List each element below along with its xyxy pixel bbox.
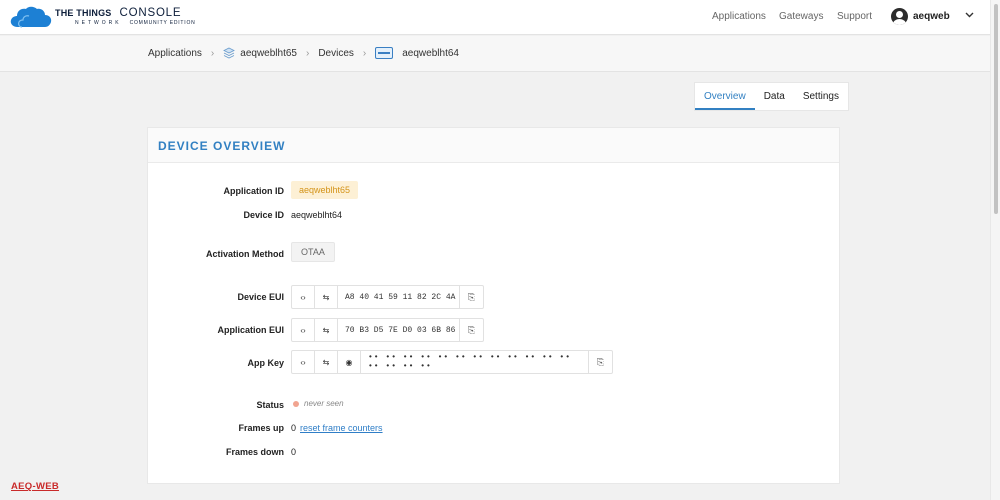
frames-up-label: Frames up <box>238 423 284 433</box>
breadcrumb-device[interactable]: aeqweblht64 <box>402 48 459 59</box>
frames-down-label: Frames down <box>225 447 284 457</box>
watermark: AEQ-WEB <box>11 481 60 492</box>
breadcrumb-bar: Applications › aeqweblht65 › Devices › a… <box>0 36 990 72</box>
brand-name: THE THINGS <box>55 8 112 19</box>
activation-method-badge: OTAA <box>291 242 335 262</box>
breadcrumb-separator-icon: › <box>305 47 310 59</box>
device-tabs: Overview Data Settings <box>694 82 849 111</box>
scrollbar-thumb[interactable] <box>994 4 998 214</box>
card-header: DEVICE OVERVIEW <box>148 128 839 163</box>
byte-order-icon[interactable]: ⇆ <box>315 319 338 341</box>
app-key-value[interactable]: •• •• •• •• •• •• •• •• •• •• •• •• •• •… <box>361 351 589 373</box>
device-overview-card: DEVICE OVERVIEW Application ID aeqweblht… <box>147 127 840 484</box>
copy-icon[interactable]: ⎘ <box>460 319 483 341</box>
activation-method-label: Activation Method <box>206 249 284 259</box>
layers-icon <box>223 47 236 59</box>
username: aeqweb <box>913 11 950 22</box>
breadcrumb-separator-icon: › <box>362 47 367 59</box>
nav-applications[interactable]: Applications <box>712 11 766 22</box>
breadcrumb-devices[interactable]: Devices <box>318 48 354 59</box>
status-value: never seen <box>304 399 344 408</box>
copy-icon[interactable]: ⎘ <box>460 286 483 308</box>
toggle-format-icon[interactable]: ‹› <box>292 286 315 308</box>
status-label: Status <box>256 400 284 410</box>
device-eui-label: Device EUI <box>237 292 284 302</box>
application-eui-label: Application EUI <box>217 325 284 335</box>
brand-console: CONSOLE <box>119 7 182 20</box>
device-eui-value[interactable]: A8 40 41 59 11 82 2C 4A <box>338 286 460 308</box>
tab-overview[interactable]: Overview <box>695 83 755 110</box>
app-key-label: App Key <box>247 358 284 368</box>
breadcrumb-applications[interactable]: Applications <box>148 48 202 59</box>
device-id-value: aeqweblht64 <box>291 210 343 220</box>
app-key-field: ‹› ⇆ ◉ •• •• •• •• •• •• •• •• •• •• •• … <box>291 350 613 374</box>
tab-data[interactable]: Data <box>755 83 794 110</box>
toggle-format-icon[interactable]: ‹› <box>292 351 315 373</box>
eye-icon[interactable]: ◉ <box>338 351 361 373</box>
application-id-label: Application ID <box>223 186 285 196</box>
chevron-down-icon[interactable] <box>965 12 974 18</box>
breadcrumb-separator-icon: › <box>210 47 215 59</box>
cloud-logo-icon <box>10 6 52 28</box>
byte-order-icon[interactable]: ⇆ <box>315 286 338 308</box>
device-id-label: Device ID <box>243 210 284 220</box>
device-icon <box>375 47 394 59</box>
top-navbar: THE THINGS CONSOLE NETWORK COMMUNITY EDI… <box>0 0 990 35</box>
device-eui-field: ‹› ⇆ A8 40 41 59 11 82 2C 4A ⎘ <box>291 285 484 309</box>
application-eui-value[interactable]: 70 B3 D5 7E D0 03 6B 86 <box>338 319 460 341</box>
frames-up-value: 0 <box>291 423 297 433</box>
application-id-chip[interactable]: aeqweblht65 <box>291 181 359 199</box>
avatar <box>891 8 908 25</box>
brand-edition: COMMUNITY EDITION <box>129 19 196 26</box>
brand-network: NETWORK <box>75 19 122 26</box>
breadcrumb: Applications › aeqweblht65 › Devices › a… <box>148 47 459 59</box>
byte-order-icon[interactable]: ⇆ <box>315 351 338 373</box>
user-menu[interactable]: aeqweb <box>891 8 950 25</box>
frames-down-value: 0 <box>291 447 297 457</box>
ttn-logo[interactable]: THE THINGS CONSOLE NETWORK COMMUNITY EDI… <box>10 6 196 28</box>
scrollbar[interactable] <box>990 0 1000 500</box>
status-dot-icon <box>293 401 299 407</box>
nav-gateways[interactable]: Gateways <box>779 11 823 22</box>
card-title: DEVICE OVERVIEW <box>158 139 286 153</box>
copy-icon[interactable]: ⎘ <box>589 351 612 373</box>
reset-frame-counters-link[interactable]: reset frame counters <box>300 423 383 433</box>
breadcrumb-app[interactable]: aeqweblht65 <box>240 48 297 59</box>
application-eui-field: ‹› ⇆ 70 B3 D5 7E D0 03 6B 86 ⎘ <box>291 318 484 342</box>
tab-settings[interactable]: Settings <box>794 83 848 110</box>
toggle-format-icon[interactable]: ‹› <box>292 319 315 341</box>
nav-support[interactable]: Support <box>837 11 872 22</box>
